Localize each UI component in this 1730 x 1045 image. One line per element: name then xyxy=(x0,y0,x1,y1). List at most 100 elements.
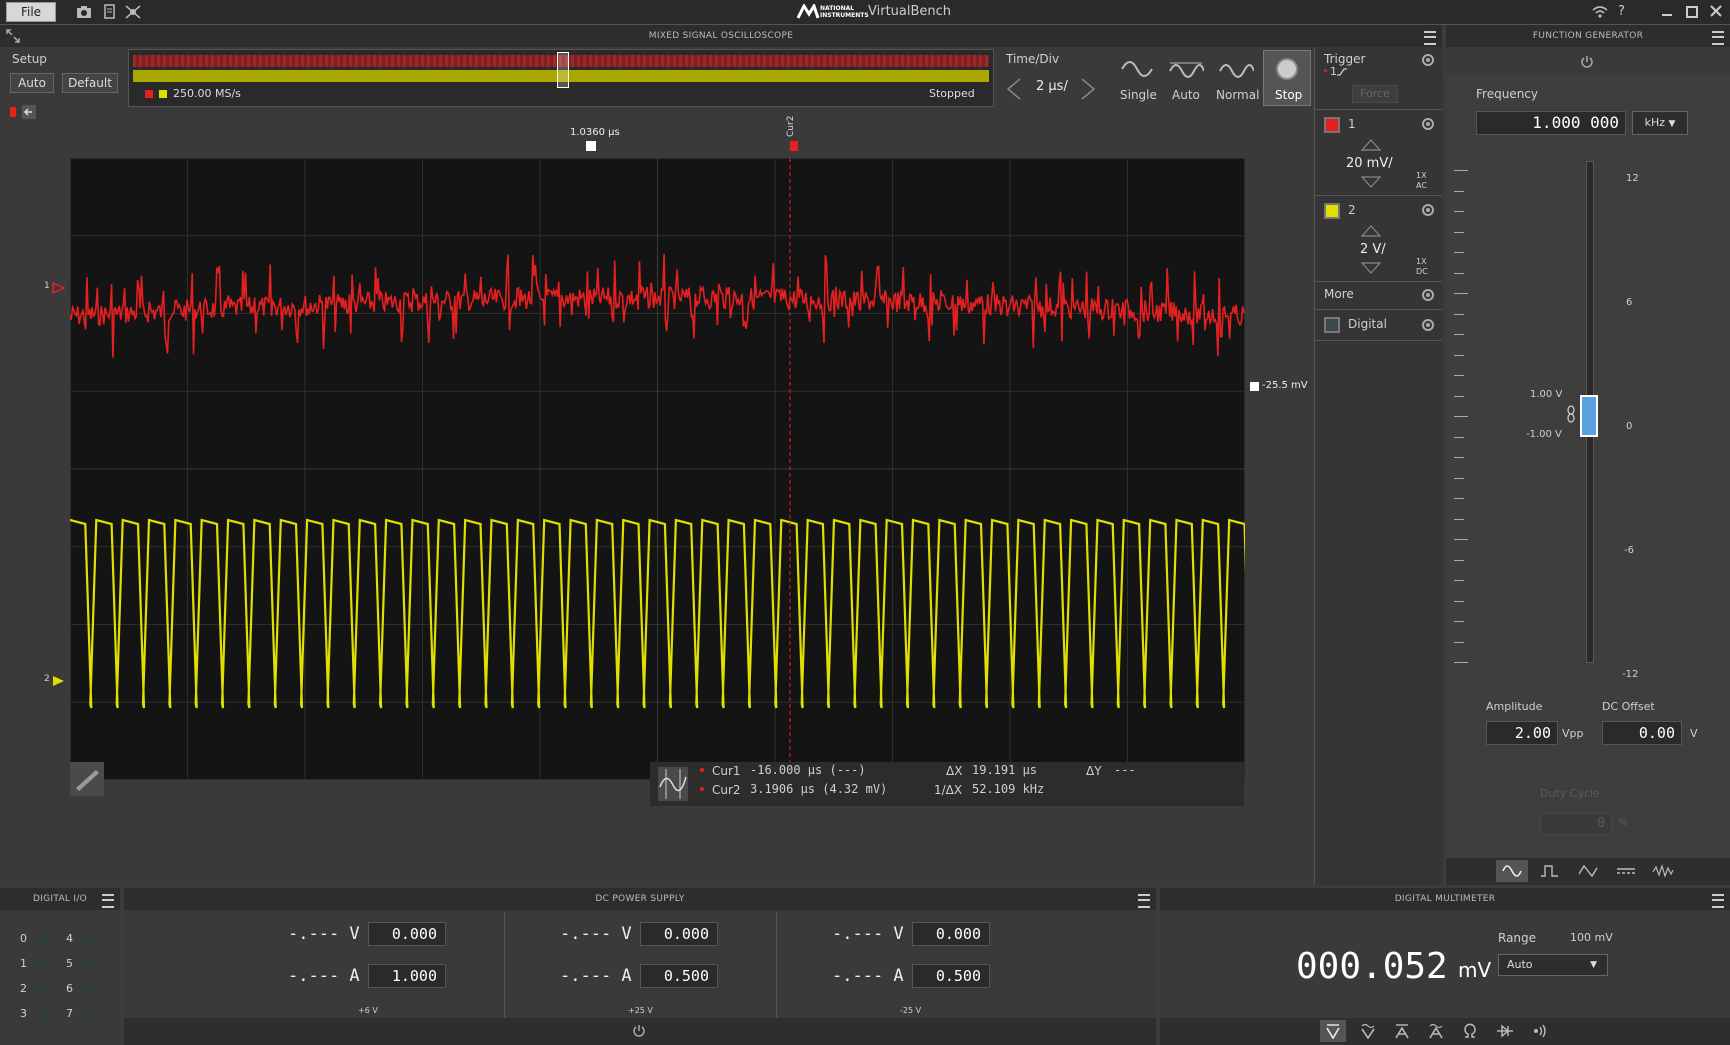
normal-mode-icon[interactable] xyxy=(1218,59,1254,79)
sine-wave-icon[interactable] xyxy=(1502,864,1522,878)
fgen-menu-icon[interactable] xyxy=(1712,31,1724,45)
more-gear-icon[interactable] xyxy=(1422,289,1434,301)
ch1-gear-icon[interactable] xyxy=(1422,118,1434,130)
single-mode-button[interactable]: Single xyxy=(1120,88,1157,102)
digital-io-panel: DIGITAL I/O 0 4 1 5 2 6 3 7 xyxy=(0,888,120,1045)
dmm-menu-icon[interactable] xyxy=(1712,894,1724,908)
continuity-icon[interactable] xyxy=(1532,1023,1550,1039)
amplitude-input[interactable]: 2.00 xyxy=(1486,721,1558,745)
dx-value: 19.191 µs xyxy=(972,763,1038,777)
trigger-level-marker[interactable] xyxy=(1250,382,1259,391)
close-icon[interactable] xyxy=(1710,5,1722,17)
acquisition-overview[interactable]: 250.00 MS/s Stopped xyxy=(128,49,994,107)
dmm-reading: 000.052 xyxy=(1296,946,1448,987)
back-arrow-icon[interactable] xyxy=(22,105,36,119)
ch1-scale[interactable]: 20 mV/ xyxy=(1346,156,1393,171)
digital-label[interactable]: Digital xyxy=(1348,317,1387,331)
ruler-icon[interactable] xyxy=(74,766,100,792)
overview-window[interactable] xyxy=(557,52,569,88)
triangle-wave-icon[interactable] xyxy=(1578,864,1598,878)
dc-current-icon[interactable] xyxy=(1394,1023,1410,1039)
fgen-power-icon[interactable] xyxy=(1580,55,1594,69)
noise-wave-icon[interactable] xyxy=(1652,864,1674,878)
default-setup-button[interactable]: Default xyxy=(62,73,118,93)
timediv-value[interactable]: 2 µs/ xyxy=(1036,79,1068,94)
ch1-enable-checkbox[interactable] xyxy=(1324,117,1340,133)
frequency-unit-select[interactable]: kHz ▼ xyxy=(1632,111,1688,135)
diode-icon[interactable] xyxy=(1496,1023,1514,1039)
expand-icon[interactable] xyxy=(6,29,20,43)
ch2-probe: 1X xyxy=(1416,257,1427,266)
ps1-voltage-input[interactable]: 0.000 xyxy=(368,922,446,946)
stop-icon[interactable] xyxy=(1276,58,1298,80)
scope-menu-icon[interactable] xyxy=(1424,31,1436,45)
dio-pin-6[interactable] xyxy=(84,984,94,994)
ps1-current-input[interactable]: 1.000 xyxy=(368,964,446,988)
dc-voltage-icon[interactable] xyxy=(1325,1023,1341,1039)
ps2-voltage-input[interactable]: 0.000 xyxy=(640,922,718,946)
network-icon[interactable] xyxy=(124,4,142,20)
cursor-tool-icon[interactable] xyxy=(658,767,688,801)
file-menu-button[interactable]: File xyxy=(6,2,56,22)
link-icon[interactable] xyxy=(1566,405,1576,423)
square-wave-icon[interactable] xyxy=(1540,864,1560,878)
trigger-gear-icon[interactable] xyxy=(1422,54,1434,66)
dio-pin-4[interactable] xyxy=(84,934,94,944)
ac-current-icon[interactable] xyxy=(1428,1023,1444,1039)
ch2-gear-icon[interactable] xyxy=(1422,204,1434,216)
trigger-position-label: 1.0360 µs xyxy=(570,127,620,138)
single-mode-icon[interactable] xyxy=(1120,59,1154,79)
digital-gear-icon[interactable] xyxy=(1422,319,1434,331)
ps3-voltage-input[interactable]: 0.000 xyxy=(912,922,990,946)
force-trigger-button[interactable]: Force xyxy=(1352,85,1398,103)
digital-enable-checkbox[interactable] xyxy=(1324,317,1340,333)
ch1-scale-up-icon[interactable] xyxy=(1360,138,1382,152)
scale-tick xyxy=(1454,580,1464,581)
dio-pin-7[interactable] xyxy=(84,1009,94,1019)
dc-offset-input[interactable]: 0.00 xyxy=(1602,721,1682,745)
maximize-icon[interactable] xyxy=(1686,6,1698,18)
help-button[interactable]: ? xyxy=(1618,4,1625,19)
dio-pin-2[interactable] xyxy=(38,984,48,994)
amplitude-slider-handle[interactable] xyxy=(1580,395,1598,437)
dcps-power-icon[interactable] xyxy=(632,1024,646,1038)
camera-icon[interactable] xyxy=(76,5,92,19)
auto-mode-button[interactable]: Auto xyxy=(1172,88,1200,102)
duty-cycle-input[interactable]: 0 xyxy=(1540,813,1612,835)
stop-mode-button[interactable]: Stop xyxy=(1275,88,1302,102)
waveform-display[interactable] xyxy=(70,158,1245,780)
frequency-input[interactable]: 1.000 000 xyxy=(1476,111,1626,135)
cursor2-marker[interactable] xyxy=(790,141,798,151)
auto-mode-icon[interactable] xyxy=(1168,59,1204,79)
ch2-scale[interactable]: 2 V/ xyxy=(1360,242,1386,257)
dio-menu-icon[interactable] xyxy=(102,894,114,908)
ps3-current-input[interactable]: 0.500 xyxy=(912,964,990,988)
scale-tick xyxy=(1454,457,1464,458)
normal-mode-button[interactable]: Normal xyxy=(1216,88,1259,102)
document-icon[interactable] xyxy=(104,4,116,20)
marker-icon[interactable] xyxy=(10,107,16,117)
ch2-enable-checkbox[interactable] xyxy=(1324,203,1340,219)
trigger-position-marker[interactable] xyxy=(586,141,596,151)
timediv-decrease-icon[interactable] xyxy=(1004,77,1024,101)
ch1-scale-down-icon[interactable] xyxy=(1360,175,1382,189)
timediv-increase-icon[interactable] xyxy=(1078,77,1098,101)
ch2-scale-down-icon[interactable] xyxy=(1360,261,1382,275)
auto-setup-button[interactable]: Auto xyxy=(10,73,54,93)
dio-pin-1[interactable] xyxy=(38,959,48,969)
resistance-icon[interactable] xyxy=(1462,1023,1478,1039)
ps2-current-input[interactable]: 0.500 xyxy=(640,964,718,988)
dcps-menu-icon[interactable] xyxy=(1138,894,1150,908)
ac-voltage-icon[interactable] xyxy=(1360,1023,1376,1039)
dio-pin-5[interactable] xyxy=(84,959,94,969)
ch1-level-marker[interactable] xyxy=(52,282,66,294)
dio-pin-3[interactable] xyxy=(38,1009,48,1019)
minimize-icon[interactable] xyxy=(1662,14,1672,16)
more-label[interactable]: More xyxy=(1324,287,1354,301)
dmm-range-select[interactable]: Auto ▼ xyxy=(1498,954,1608,976)
dc-wave-icon[interactable] xyxy=(1616,864,1636,878)
ch2-level-marker[interactable] xyxy=(52,675,66,687)
dio-pin-0[interactable] xyxy=(38,934,48,944)
scale-tick xyxy=(1454,662,1468,663)
ch2-scale-up-icon[interactable] xyxy=(1360,224,1382,238)
